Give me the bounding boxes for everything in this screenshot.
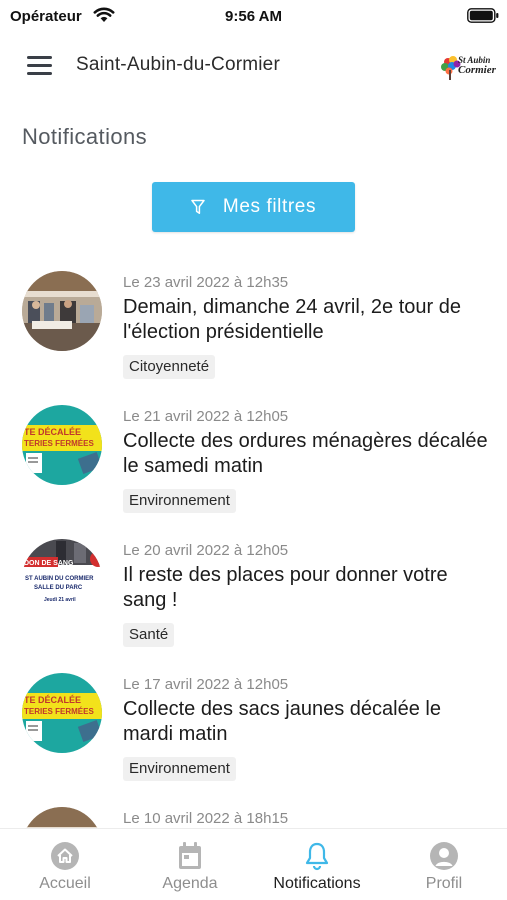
svg-text:DON DE SANG: DON DE SANG	[24, 560, 74, 567]
notification-list[interactable]: Le 23 avril 2022 à 12h35 Demain, dimanch…	[0, 262, 507, 828]
logo-text: St Aubin Cormier	[458, 55, 496, 76]
menu-icon-bar	[27, 56, 52, 59]
tab-label: Notifications	[273, 875, 361, 892]
svg-text:Jeudi 21 avril: Jeudi 21 avril	[44, 597, 76, 603]
notification-title: Il reste des places pour donner votre sa…	[123, 564, 448, 611]
svg-text:ST AUBIN DU CORMIER: ST AUBIN DU CORMIER	[25, 576, 94, 582]
tab-label: Profil	[425, 875, 463, 892]
tab-profil[interactable]: Profil	[381, 829, 507, 900]
app-header: Saint-Aubin-du-Cormier St Aubin Cormier	[0, 40, 507, 92]
category-tag: Citoyenneté	[123, 355, 216, 379]
notification-date: Le 20 avril 2022 à 12h05	[123, 542, 289, 559]
notification-title: Demain, dimanche 24 avril, 2e tour de l'…	[123, 296, 461, 343]
filter-icon	[191, 199, 205, 214]
notification-item[interactable]: Le 23 avril 2022 à 12h35 Demain, dimanch…	[0, 262, 507, 396]
user-icon	[430, 842, 458, 870]
home-icon	[51, 842, 79, 870]
don-de-sang-poster-image: DON DE SANG ST AUBIN DU CORMIER SALLE DU…	[22, 539, 102, 619]
svg-text:TE DÉCALÉE: TE DÉCALÉE	[24, 427, 81, 437]
tab-label: Agenda	[162, 875, 218, 892]
tab-agenda[interactable]: Agenda	[127, 829, 253, 900]
page-title: Notifications	[22, 124, 148, 149]
status-time: 9:56 AM	[225, 8, 282, 25]
notification-title: Collecte des sacs jaunes décalée le mard…	[123, 698, 441, 745]
notification-date: Le 23 avril 2022 à 12h35	[123, 274, 289, 291]
notification-date: Le 21 avril 2022 à 12h05	[123, 408, 289, 425]
status-bar: Opérateur 9:56 AM	[0, 0, 507, 34]
election-photo-image	[22, 807, 102, 828]
bell-icon	[305, 842, 329, 871]
svg-text:SALLE DU PARC: SALLE DU PARC	[34, 585, 83, 591]
notification-item[interactable]: TE DÉCALÉE TERIES FERMÉES Le 17 avril 20…	[0, 664, 507, 798]
notification-item[interactable]: TE DÉCALÉE TERIES FERMÉES Le 21 avril 20…	[0, 396, 507, 530]
notification-thumbnail	[22, 271, 102, 351]
menu-icon-bar	[27, 64, 52, 67]
notification-thumbnail	[22, 807, 102, 828]
filters-button[interactable]: Mes filtres	[152, 182, 355, 232]
svg-text:TERIES FERMÉES: TERIES FERMÉES	[24, 707, 94, 716]
notification-title: Collecte des ordures ménagères décalée l…	[123, 430, 488, 477]
app-title: Saint-Aubin-du-Cormier	[76, 54, 280, 75]
tab-notifications[interactable]: Notifications	[254, 829, 380, 900]
notification-thumbnail: DON DE SANG ST AUBIN DU CORMIER SALLE DU…	[22, 539, 102, 619]
town-logo[interactable]: St Aubin Cormier	[439, 54, 496, 82]
battery-icon	[467, 8, 499, 23]
menu-button[interactable]	[26, 54, 54, 78]
menu-icon-bar	[27, 72, 52, 75]
filters-button-label: Mes filtres	[222, 196, 317, 217]
election-photo-image	[22, 271, 102, 351]
category-tag: Santé	[123, 623, 175, 647]
tab-accueil[interactable]: Accueil	[2, 829, 128, 900]
svg-text:TE DÉCALÉE: TE DÉCALÉE	[24, 695, 81, 705]
notification-thumbnail: TE DÉCALÉE TERIES FERMÉES	[22, 405, 102, 485]
notification-item[interactable]: DON DE SANG ST AUBIN DU CORMIER SALLE DU…	[0, 530, 507, 664]
notification-thumbnail: TE DÉCALÉE TERIES FERMÉES	[22, 673, 102, 753]
tab-label: Accueil	[39, 875, 91, 892]
category-tag: Environnement	[123, 489, 236, 513]
category-tag: Environnement	[123, 757, 236, 781]
svg-text:TERIES FERMÉES: TERIES FERMÉES	[24, 439, 94, 448]
notification-item[interactable]: Le 10 avril 2022 à 18h15	[0, 798, 507, 828]
collecte-poster-image: TE DÉCALÉE TERIES FERMÉES	[22, 673, 102, 753]
notification-date: Le 17 avril 2022 à 12h05	[123, 676, 289, 693]
collecte-poster-image: TE DÉCALÉE TERIES FERMÉES	[22, 405, 102, 485]
calendar-icon	[179, 842, 201, 869]
notification-date: Le 10 avril 2022 à 18h15	[123, 810, 289, 827]
bottom-tab-bar: Accueil Agenda Notifications Profil	[0, 828, 507, 900]
